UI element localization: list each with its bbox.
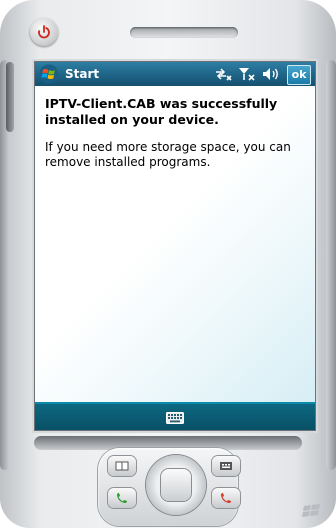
device-screen: Start ok IPTV-Client.CAB was successfull…: [34, 61, 316, 431]
install-info-text: If you need more storage space, you can …: [45, 140, 291, 169]
action-button[interactable]: [161, 469, 191, 501]
call-button[interactable]: [108, 488, 136, 508]
end-call-button[interactable]: [212, 488, 240, 508]
contacts-icon: [220, 462, 232, 470]
left-softkey-hardware[interactable]: [108, 456, 136, 476]
right-softkey-hardware[interactable]: [212, 456, 240, 476]
status-icons: [213, 62, 285, 86]
calendar-icon: [115, 461, 129, 471]
input-panel-button[interactable]: [164, 410, 186, 426]
power-button[interactable]: [30, 18, 58, 46]
ok-button[interactable]: ok: [287, 65, 311, 85]
start-label: Start: [65, 67, 100, 81]
keyboard-icon: [166, 412, 184, 424]
start-button[interactable]: Start: [35, 62, 99, 86]
pocket-pc-device: Start ok IPTV-Client.CAB was successfull…: [0, 0, 336, 528]
windows-logo-icon: [302, 504, 320, 517]
phone-call-icon: [117, 493, 127, 503]
stylus-slot: [6, 62, 14, 132]
device-right-edge: [326, 60, 336, 470]
install-success-heading: IPTV-Client.CAB was successfully install…: [45, 96, 278, 127]
power-icon: [38, 25, 50, 39]
soft-key-bar: [35, 402, 315, 430]
speaker-grille: [130, 27, 238, 38]
title-bar: Start ok: [35, 62, 315, 86]
windows-flag-icon: [39, 64, 59, 84]
signal-off-icon[interactable]: [237, 66, 257, 82]
phone-end-icon: [221, 493, 231, 503]
install-message-area: IPTV-Client.CAB was successfully install…: [35, 86, 315, 402]
volume-icon[interactable]: [261, 66, 281, 82]
connectivity-icon[interactable]: [213, 66, 233, 82]
